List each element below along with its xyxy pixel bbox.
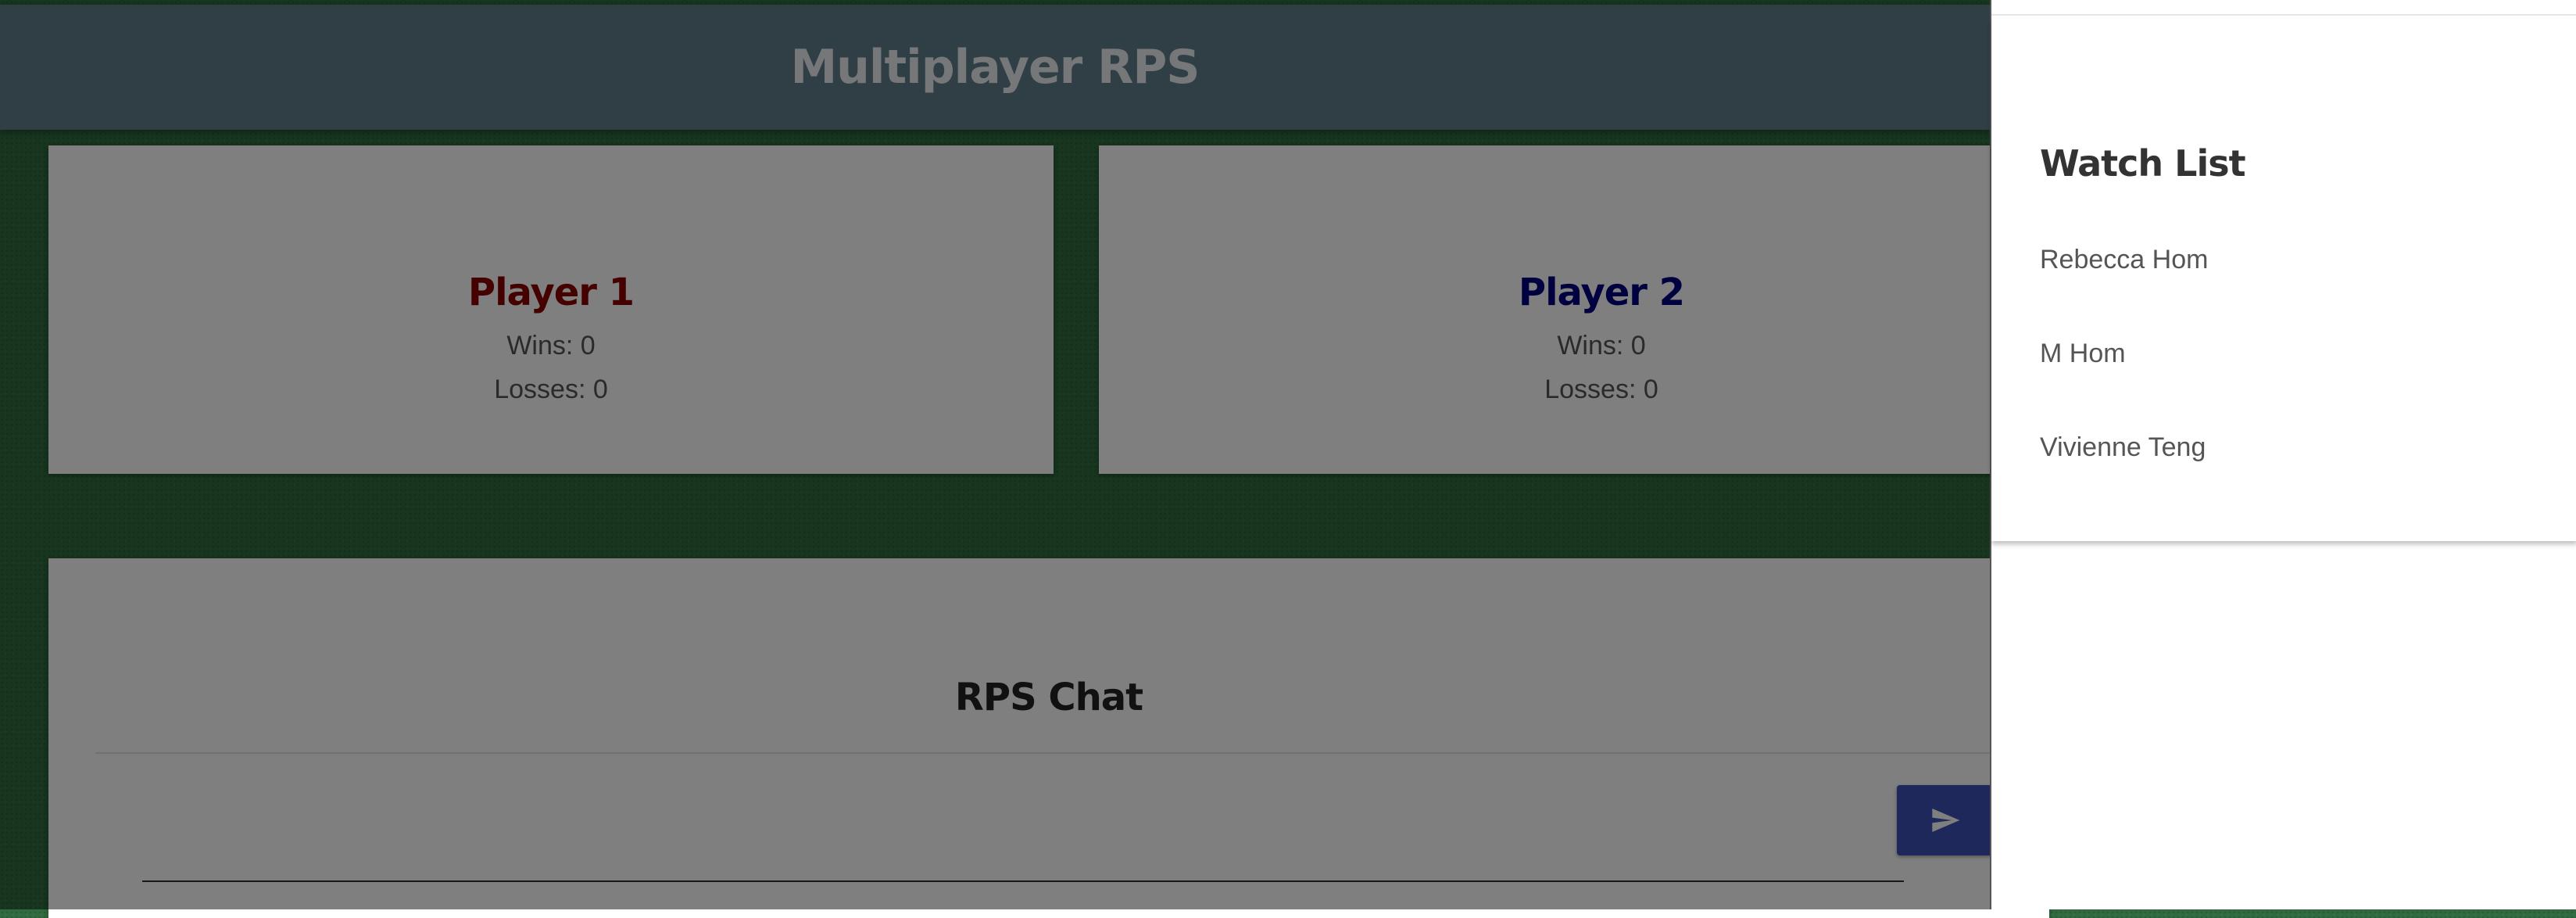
modal-overlay[interactable]	[0, 0, 1990, 909]
watch-list-item[interactable]: Vivienne Teng	[2040, 432, 2208, 525]
panel-top-divider	[1991, 14, 2576, 16]
watch-list-item[interactable]: Rebecca Hom	[2040, 244, 2208, 338]
side-nav-panel: Watch List Rebecca Hom M Hom Vivienne Te…	[1990, 0, 2576, 909]
watch-list-item[interactable]: M Hom	[2040, 338, 2208, 432]
watch-list-title: Watch List	[2040, 142, 2246, 185]
watch-list-panel: Watch List Rebecca Hom M Hom Vivienne Te…	[1991, 19, 2576, 541]
watch-list: Rebecca Hom M Hom Vivienne Teng	[2040, 244, 2208, 525]
